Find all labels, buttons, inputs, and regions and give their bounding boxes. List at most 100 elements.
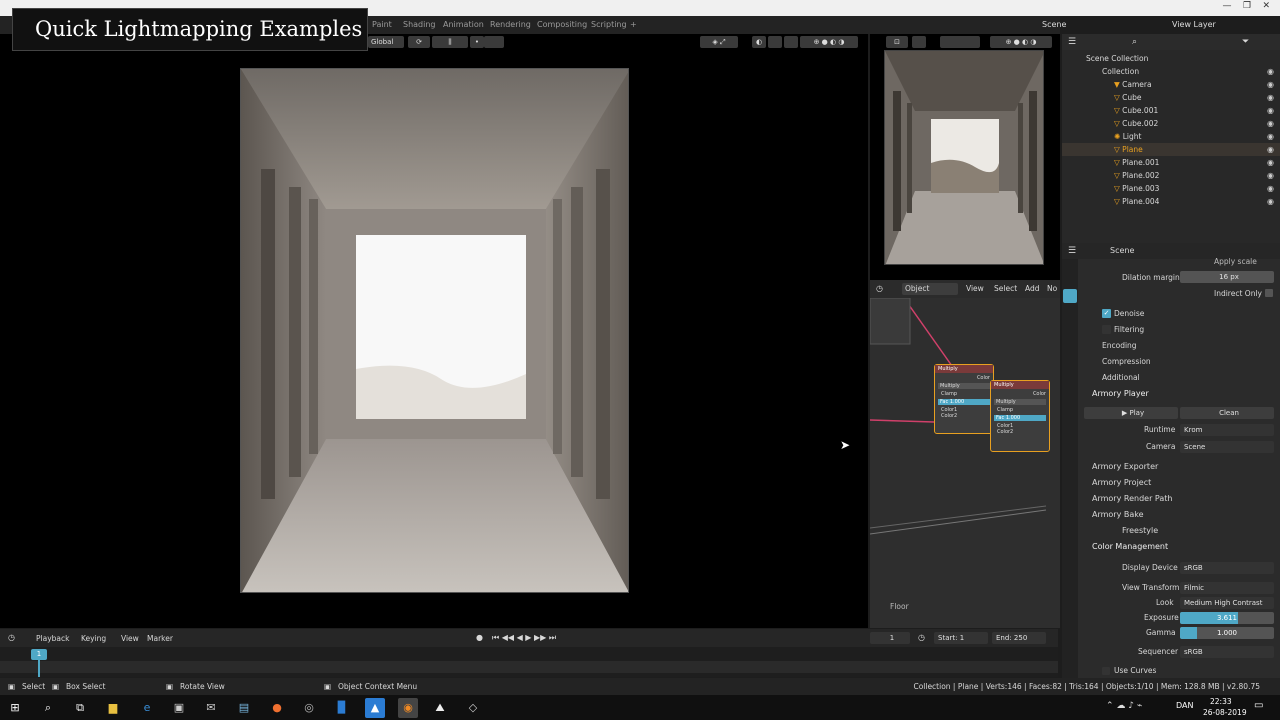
tab-shading[interactable]: Shading (403, 20, 436, 29)
snap-icon[interactable]: ⟳ (408, 36, 430, 48)
render-tab-icon[interactable] (1063, 289, 1077, 303)
view-icon[interactable] (912, 36, 926, 48)
record-icon[interactable]: ● (476, 633, 483, 642)
multiply-node-2[interactable]: Multiply Color Multiply Clamp Fac 1.000 … (990, 380, 1050, 452)
tab-scripting[interactable]: Scripting (591, 20, 627, 29)
mail-icon[interactable]: ✉ (201, 698, 221, 718)
wireframe-icon[interactable] (784, 36, 798, 48)
use-curves-checkbox[interactable] (1102, 667, 1110, 675)
eye-icon[interactable]: ◉ (1267, 169, 1274, 182)
tab-animation[interactable]: Animation (443, 20, 484, 29)
playback-controls[interactable]: ⏮ ◀◀ ◀ ▶ ▶▶ ⏭ (492, 633, 556, 643)
scene-selector[interactable]: Scene (1042, 20, 1066, 29)
add-workspace-button[interactable]: + (630, 20, 637, 29)
compression-panel[interactable]: Compression (1102, 357, 1151, 366)
color2-socket[interactable]: Color2 (991, 429, 1049, 435)
fac-field[interactable]: Fac 1.000 (938, 399, 990, 405)
runtime-dropdown[interactable]: Krom (1180, 424, 1274, 436)
search-icon[interactable]: ⌕ (38, 698, 58, 718)
preview-range-icon[interactable]: ◷ (918, 633, 925, 642)
viewport-gizmo-icon[interactable]: ◈ ⤢ (700, 36, 738, 48)
input-language[interactable]: DAN (1176, 701, 1193, 710)
clock-time[interactable]: 22:33 (1210, 697, 1232, 706)
color2-socket[interactable]: Color2 (935, 413, 993, 419)
shading-mode-icons[interactable]: ⊕ ● ◐ ◑ (800, 36, 858, 48)
proportional-edit-icon[interactable]: • (470, 36, 484, 48)
display-device-dropdown[interactable]: sRGB (1180, 562, 1274, 574)
armory-exporter-panel[interactable]: Armory Exporter (1092, 462, 1158, 471)
outliner-item-plane[interactable]: ▽ Plane ◉ (1062, 143, 1280, 156)
current-frame-field[interactable]: 1 (870, 632, 910, 644)
editor-type-icon[interactable]: ◷ (876, 284, 883, 293)
notification-icon[interactable]: ▭ (1254, 700, 1263, 711)
tab-compositing[interactable]: Compositing (537, 20, 587, 29)
node-editor-canvas[interactable]: Multiply Color Multiply Clamp Fac 1.000 … (870, 298, 1060, 628)
outliner-item-plane-001[interactable]: ▽ Plane.001 ◉ (1062, 156, 1280, 169)
outliner-item-plane-003[interactable]: ▽ Plane.003 ◉ (1062, 182, 1280, 195)
view-layer-selector[interactable]: View Layer (1172, 20, 1216, 29)
menu-node[interactable]: No (1047, 284, 1057, 293)
eye-icon[interactable]: ◉ (1267, 143, 1274, 156)
editor-type-icon[interactable]: ☰ (1068, 246, 1076, 256)
clock-date[interactable]: 26-08-2019 (1203, 708, 1247, 717)
falloff-icon[interactable] (484, 36, 504, 48)
play-button[interactable]: ▶ Play (1084, 407, 1178, 419)
blender-icon[interactable]: ◉ (398, 698, 418, 718)
file-explorer-icon[interactable]: ▆ (103, 698, 123, 718)
encoding-panel[interactable]: Encoding (1102, 341, 1137, 350)
denoise-checkbox[interactable]: ✓ (1102, 309, 1111, 318)
menu-keying[interactable]: Keying (81, 634, 106, 643)
freestyle-panel[interactable]: Freestyle (1122, 526, 1158, 535)
blend-type-dropdown[interactable]: Multiply (994, 399, 1046, 405)
outliner-scene-collection[interactable]: Scene Collection (1062, 52, 1280, 65)
pivot-icon[interactable]: ⫼ (432, 36, 468, 48)
gamma-slider[interactable]: 1.000 (1180, 627, 1274, 639)
transform-orientation-dropdown[interactable]: Global (368, 36, 404, 48)
filter-icon[interactable]: ⏷ (1242, 37, 1249, 47)
sequencer-dropdown[interactable]: sRGB (1180, 646, 1274, 658)
notepad-icon[interactable]: ▤ (234, 698, 254, 718)
color-management-panel[interactable]: Color Management (1092, 542, 1168, 551)
windows-start-icon[interactable]: ⊞ (5, 698, 25, 718)
eye-icon[interactable]: ◉ (1267, 65, 1274, 78)
view-transform-dropdown[interactable]: Filmic (1180, 582, 1274, 594)
overlay-icon[interactable]: ◐ (752, 36, 766, 48)
eye-icon[interactable]: ◉ (1267, 104, 1274, 117)
end-frame-field[interactable]: End: 250 (992, 632, 1046, 644)
outliner-item-camera[interactable]: ▼ Camera ◉ (1062, 78, 1280, 91)
system-tray-icons[interactable]: ⌃ ☁ ♪ ⌁ (1106, 701, 1142, 711)
dilation-margin-field[interactable]: 16 px (1180, 271, 1274, 283)
look-dropdown[interactable]: Medium High Contrast (1180, 597, 1274, 609)
xray-icon[interactable] (768, 36, 782, 48)
outliner-item-cube-002[interactable]: ▽ Cube.002 ◉ (1062, 117, 1280, 130)
search-icon[interactable]: ⌕ (1132, 37, 1137, 47)
task-view-icon[interactable]: ⧉ (70, 698, 90, 718)
eye-icon[interactable]: ◉ (1267, 78, 1274, 91)
multiply-node-1[interactable]: Multiply Color Multiply Clamp Fac 1.000 … (934, 364, 994, 434)
outliner-item-cube[interactable]: ▽ Cube ◉ (1062, 91, 1280, 104)
editor-type-icon[interactable]: ⊡ (886, 36, 908, 48)
outliner-item-plane-004[interactable]: ▽ Plane.004 ◉ (1062, 195, 1280, 208)
photos-icon[interactable]: ⛰ (430, 698, 450, 718)
menu-view[interactable]: View (966, 284, 984, 293)
fac-field[interactable]: Fac 1.000 (994, 415, 1046, 421)
armory-render-path-panel[interactable]: Armory Render Path (1092, 494, 1172, 503)
steam-icon[interactable]: ◎ (299, 698, 319, 718)
additional-panel[interactable]: Additional (1102, 373, 1140, 382)
overlay-icons[interactable] (940, 36, 980, 48)
eye-icon[interactable]: ◉ (1267, 117, 1274, 130)
app-icon[interactable]: ▲ (365, 698, 385, 718)
exposure-slider[interactable]: 3.611 (1180, 612, 1274, 624)
menu-select[interactable]: Select (994, 284, 1017, 293)
filtering-checkbox[interactable] (1102, 325, 1111, 334)
menu-playback[interactable]: Playback (36, 634, 69, 643)
outliner-item-light[interactable]: ✺ Light ◉ (1062, 130, 1280, 143)
unity-icon[interactable]: ◇ (463, 698, 483, 718)
outliner-item-cube-001[interactable]: ▽ Cube.001 ◉ (1062, 104, 1280, 117)
editor-type-icon[interactable]: ☰ (1068, 37, 1076, 47)
eye-icon[interactable]: ◉ (1267, 130, 1274, 143)
window-controls[interactable]: — ❐ ✕ (1223, 1, 1271, 11)
armory-bake-panel[interactable]: Armory Bake (1092, 510, 1144, 519)
tab-paint[interactable]: Paint (372, 20, 392, 29)
clamp-checkbox[interactable]: Clamp (935, 391, 993, 397)
